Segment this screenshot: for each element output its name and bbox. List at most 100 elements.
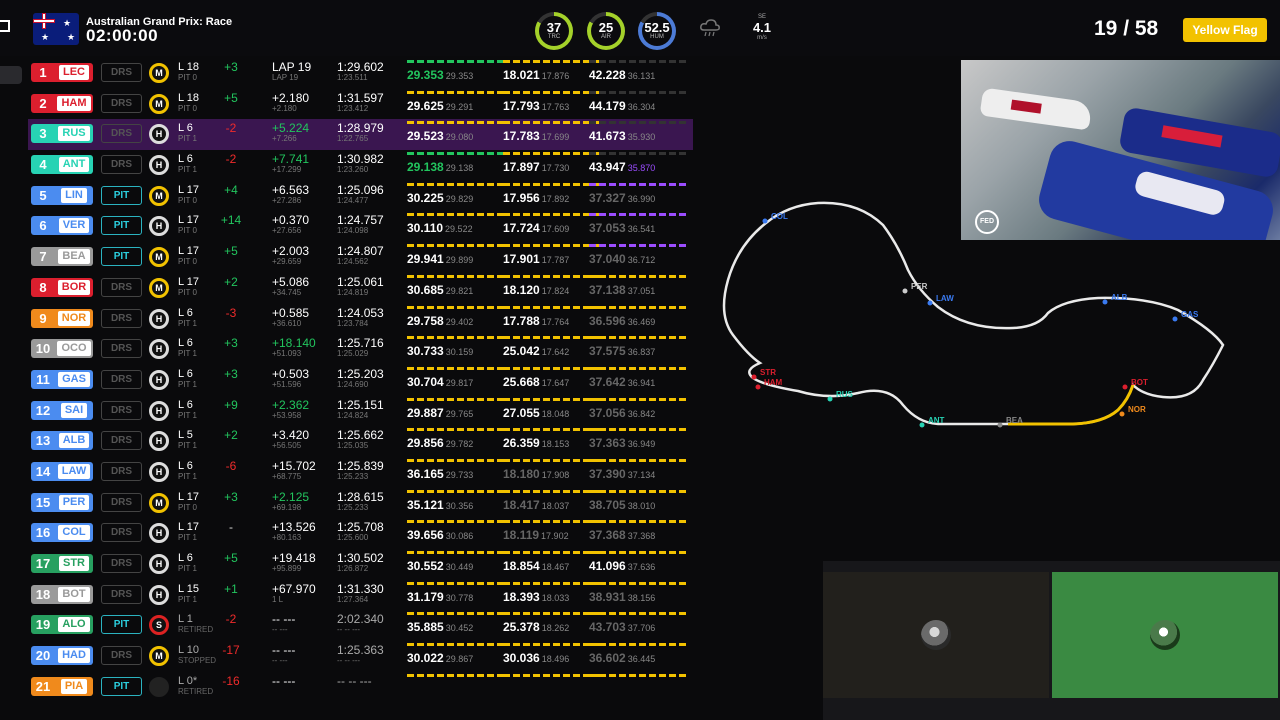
sector-2-time: 18.119 17.902 (503, 520, 603, 541)
mini-sector-bars (503, 336, 603, 340)
standings-row[interactable]: 1 LEC DRS M L 18 PIT 0 +3 LAP 19 LAP 19 1:29.602 1… (28, 58, 693, 89)
driver-code[interactable]: OCO (55, 339, 93, 359)
mini-sector-bars (589, 581, 689, 585)
sidebar-toggle-icon[interactable] (0, 20, 10, 32)
position-change: +9 (224, 397, 238, 412)
driver-code[interactable]: SAI (55, 400, 93, 420)
last-lap-time: 1:31.330 1:27.364 (337, 581, 384, 604)
avatar (921, 620, 951, 650)
interval-gap: +5.224 +7.266 (272, 121, 310, 144)
standings-row[interactable]: 4 ANT DRS H L 6 PIT 1 -2 +7.741 +17.299 1:30.982 1… (28, 150, 693, 181)
lap-info: L 17 PIT 0 (178, 275, 200, 297)
tyre-compound-icon: M (149, 93, 169, 114)
lap-info: L 17 PIT 0 (178, 490, 200, 512)
drs-status: DRS (101, 63, 142, 82)
mini-sector-bars (407, 213, 507, 217)
drs-status: PIT (101, 247, 142, 267)
last-lap-time: 1:25.662 1:25.035 (337, 428, 384, 451)
standings-row[interactable]: 12 SAI DRS H L 6 PIT 1 +9 +2.362 +53.958 1:25.151… (28, 396, 693, 427)
standings-row[interactable]: 8 BOR DRS M L 17 PIT 0 +2 +5.086 +34.745 1:25.061… (28, 273, 693, 304)
standings-row[interactable]: 5 LIN PIT M L 17 PIT 0 +4 +6.563 +27.286 1:25.096… (28, 181, 693, 212)
driver-code[interactable]: LEC (55, 63, 93, 82)
car-label: NOR (1128, 405, 1146, 414)
sector-1-time: 30.552 30.449 (407, 551, 507, 572)
lap-info: L 6 PIT 1 (178, 153, 197, 175)
standings-row[interactable]: 10 OCO DRS H L 6 PIT 1 +3 +18.140 +51.093 1:25.71… (28, 334, 693, 365)
sidebar-handle[interactable] (0, 66, 22, 84)
lap-info: L 15 PIT 1 (178, 582, 200, 604)
standings-row[interactable]: 13 ALB DRS H L 5 PIT 1 +2 +3.420 +56.505 1:25.662… (28, 426, 693, 457)
position-number: 9 (31, 308, 55, 328)
driver-code[interactable]: BOT (55, 584, 93, 604)
lap-info: L 18 PIT 0 (178, 91, 200, 113)
sector-2-time: 25.668 17.647 (503, 366, 603, 388)
mini-sector-bars (503, 551, 603, 554)
driver-code[interactable]: GAS (55, 369, 93, 389)
sector-1-time (407, 673, 507, 688)
driver-code[interactable]: HAD (55, 646, 93, 666)
mini-sector-bars (407, 366, 507, 370)
driver-code[interactable]: ALB (55, 431, 93, 451)
mini-sector-bars (589, 121, 689, 125)
driver-code[interactable]: RUS (55, 124, 93, 144)
last-lap-time: 1:25.061 1:24.819 (337, 274, 384, 297)
mini-sector-bars (589, 274, 689, 278)
driver-code[interactable]: STR (55, 554, 93, 573)
driver-code[interactable]: BEA (55, 247, 93, 267)
driver-code[interactable]: BOR (55, 277, 93, 297)
driver-cam-1[interactable] (823, 572, 1049, 698)
standings-row[interactable]: 19 ALO PIT S L 1 RETIRED -2 -- --- -- --- 2:02.34… (28, 610, 693, 641)
driver-code[interactable]: HAM (55, 93, 93, 113)
standings-row[interactable]: 3 RUS DRS H L 6 PIT 1 -2 +5.224 +7.266 1:28.979 1:… (28, 119, 693, 151)
standings-row[interactable]: 17 STR DRS H L 6 PIT 1 +5 +19.418 +95.899 1:30.50… (28, 549, 693, 580)
interval-gap: LAP 19 LAP 19 (272, 60, 312, 82)
race-dashboard: ★ ★ ★ Australian Grand Prix: Race 02:00:… (0, 0, 1280, 720)
position-change: - (229, 520, 233, 535)
mini-sector-bars (589, 551, 689, 554)
standings-row[interactable]: 14 LAW DRS H L 6 PIT 1 -6 +15.702 +68.775 1:25.83… (28, 457, 693, 488)
video-car (979, 87, 1093, 131)
standings-row[interactable]: 2 HAM DRS M L 18 PIT 0 +5 +2.180 +2.180 1:31.597 1… (28, 89, 693, 120)
sector-2-time: 17.724 17.609 (503, 213, 603, 234)
mini-sector-bars (503, 428, 603, 432)
driver-code[interactable]: PER (55, 492, 93, 512)
position-change: +14 (220, 213, 242, 228)
driver-code[interactable]: NOR (55, 308, 93, 328)
driver-code[interactable]: PIA (55, 676, 93, 696)
standings-row[interactable]: 6 VER PIT H L 17 PIT 0 +14 +0.370 +27.656 1:24.75… (28, 211, 693, 242)
lap-info: L 6 PIT 1 (178, 367, 197, 389)
rain-cloud-icon (700, 19, 720, 37)
sector-3-time: 41.673 35.930 (589, 121, 689, 142)
driver-code[interactable]: ALO (55, 615, 93, 635)
lap-info: L 17 PIT 0 (178, 214, 200, 236)
sector-1-time: 30.685 29.821 (407, 274, 507, 296)
sector-3-time: 38.931 38.156 (589, 581, 689, 603)
driver-code[interactable]: LIN (55, 185, 93, 205)
standings-row[interactable]: 16 COL DRS H L 17 PIT 1 - +13.526 +80.163 1:25.70… (28, 518, 693, 549)
driver-code[interactable]: LAW (55, 461, 93, 481)
driver-cam-2[interactable] (1052, 572, 1278, 698)
standings-row[interactable]: 11 GAS DRS H L 6 PIT 1 +3 +0.503 +51.596 1:25.203… (28, 365, 693, 396)
sector-2-time: 18.180 17.908 (503, 458, 603, 480)
standings-row[interactable]: 7 BEA PIT M L 17 PIT 0 +5 +2.003 +29.659 1:24.807… (28, 242, 693, 273)
standings-row[interactable]: 9 NOR DRS H L 6 PIT 1 -3 +0.585 +36.610 1:24.053 1… (28, 304, 693, 335)
driver-code[interactable]: ANT (55, 155, 93, 175)
race-clock: 02:00:00 (86, 26, 159, 45)
standings-row[interactable]: 15 PER DRS M L 17 PIT 0 +3 +2.125 +69.198 1:28.61… (28, 488, 693, 519)
sector-1-time: 29.625 29.291 (407, 90, 507, 112)
lap-info: L 18 PIT 0 (178, 61, 200, 83)
driver-code[interactable]: COL (55, 523, 93, 543)
sector-1-time: 35.121 30.356 (407, 489, 507, 511)
track-map: COL PER LAW ALB GAS BOT NOR BEA ANT RUS STRHAM (722, 201, 1225, 428)
sector-2-time: 17.901 17.787 (503, 244, 603, 265)
drs-status: DRS (101, 124, 142, 144)
mini-sector-bars (407, 489, 507, 493)
standings-row[interactable]: 18 BOT DRS H L 15 PIT 1 +1 +67.970 1 L 1:31.330 1:… (28, 580, 693, 611)
standings-row[interactable]: 20 HAD DRS M L 10 STOPPED -17 -- --- -- --- 1:25.… (28, 641, 693, 672)
position-change: -2 (225, 121, 237, 136)
standings-row[interactable]: 21 PIA PIT L 0* RETIRED -16 -- --- -- -- --- (28, 672, 693, 703)
driver-code[interactable]: VER (55, 216, 93, 236)
flag-status-badge[interactable]: Yellow Flag (1183, 18, 1267, 42)
sector-1-time: 36.165 29.733 (407, 458, 507, 480)
track-temp-gauge: 37 TRC (535, 12, 573, 50)
